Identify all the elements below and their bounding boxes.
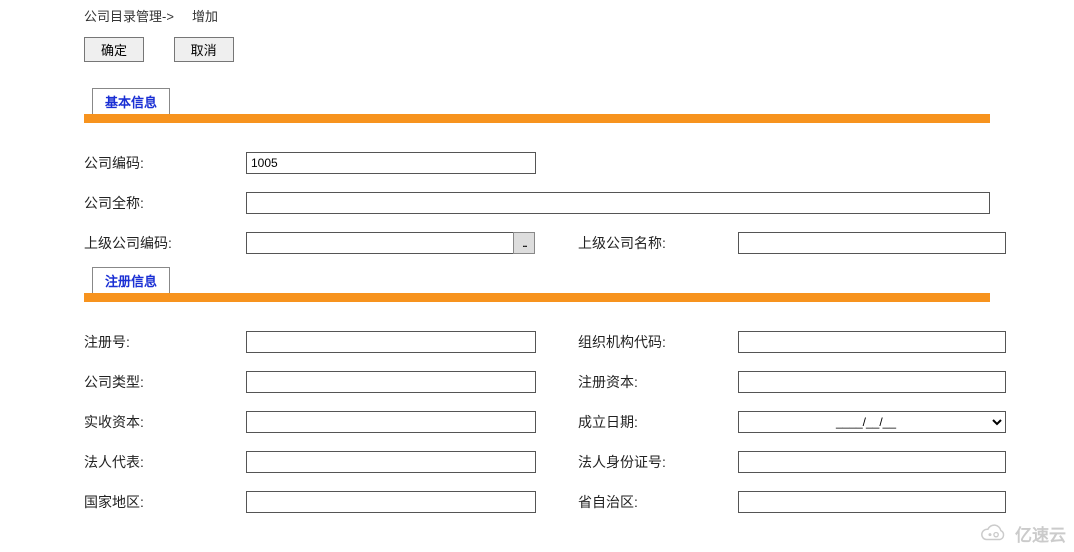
breadcrumb-action: 增加	[192, 9, 218, 24]
row-parent-code: 上级公司编码: ... 上级公司名称:	[84, 223, 990, 263]
label-legal-id: 法人身份证号:	[578, 452, 738, 472]
cloud-icon	[975, 523, 1009, 545]
input-country[interactable]	[246, 491, 536, 513]
cancel-button[interactable]: 取消	[174, 37, 234, 62]
input-company-type[interactable]	[246, 371, 536, 393]
select-est-date[interactable]: ____/__/__	[738, 411, 1006, 433]
section-basic-header: 基本信息	[84, 88, 990, 114]
input-parent-code[interactable]	[246, 232, 514, 254]
section-reg-header: 注册信息	[84, 267, 990, 293]
input-legal-rep[interactable]	[246, 451, 536, 473]
input-province[interactable]	[738, 491, 1006, 513]
section-reg-tab: 注册信息	[92, 267, 170, 293]
label-company-fullname: 公司全称:	[84, 193, 246, 213]
label-province: 省自治区:	[578, 492, 738, 512]
lookup-parent-code-button[interactable]: ...	[513, 232, 535, 254]
section-basic-body: 公司编码: 公司全称: 上级公司编码: ... 上级公司名称:	[84, 143, 990, 263]
input-reg-no[interactable]	[246, 331, 536, 353]
row-company-fullname: 公司全称:	[84, 183, 990, 223]
row-company-code: 公司编码:	[84, 143, 990, 183]
label-legal-rep: 法人代表:	[84, 452, 246, 472]
input-legal-id[interactable]	[738, 451, 1006, 473]
watermark-text: 亿速云	[1015, 521, 1066, 546]
label-est-date: 成立日期:	[578, 412, 738, 432]
label-parent-code: 上级公司编码:	[84, 233, 246, 253]
ellipsis-icon: ...	[522, 236, 526, 250]
input-paid-capital[interactable]	[246, 411, 536, 433]
label-country: 国家地区:	[84, 492, 246, 512]
input-org-code[interactable]	[738, 331, 1006, 353]
input-reg-capital[interactable]	[738, 371, 1006, 393]
breadcrumb: 公司目录管理-> 增加	[84, 6, 990, 25]
breadcrumb-path: 公司目录管理->	[84, 9, 174, 24]
label-org-code: 组织机构代码:	[578, 332, 738, 352]
label-parent-name: 上级公司名称:	[578, 233, 738, 253]
label-paid-capital: 实收资本:	[84, 412, 246, 432]
ok-button[interactable]: 确定	[84, 37, 144, 62]
label-company-code: 公司编码:	[84, 153, 246, 173]
watermark: 亿速云	[975, 521, 1066, 546]
section-basic-divider	[84, 114, 990, 123]
input-company-code[interactable]	[246, 152, 536, 174]
section-reg-body: 注册号: 组织机构代码: 公司类型: 注册资本: 实收资本: 成立日期: ___…	[84, 322, 990, 522]
section-reg-divider	[84, 293, 990, 302]
toolbar: 确定 取消	[84, 37, 990, 62]
label-company-type: 公司类型:	[84, 372, 246, 392]
section-basic-tab: 基本信息	[92, 88, 170, 114]
label-reg-capital: 注册资本:	[578, 372, 738, 392]
label-reg-no: 注册号:	[84, 332, 246, 352]
input-parent-name[interactable]	[738, 232, 1006, 254]
input-company-fullname[interactable]	[246, 192, 990, 214]
